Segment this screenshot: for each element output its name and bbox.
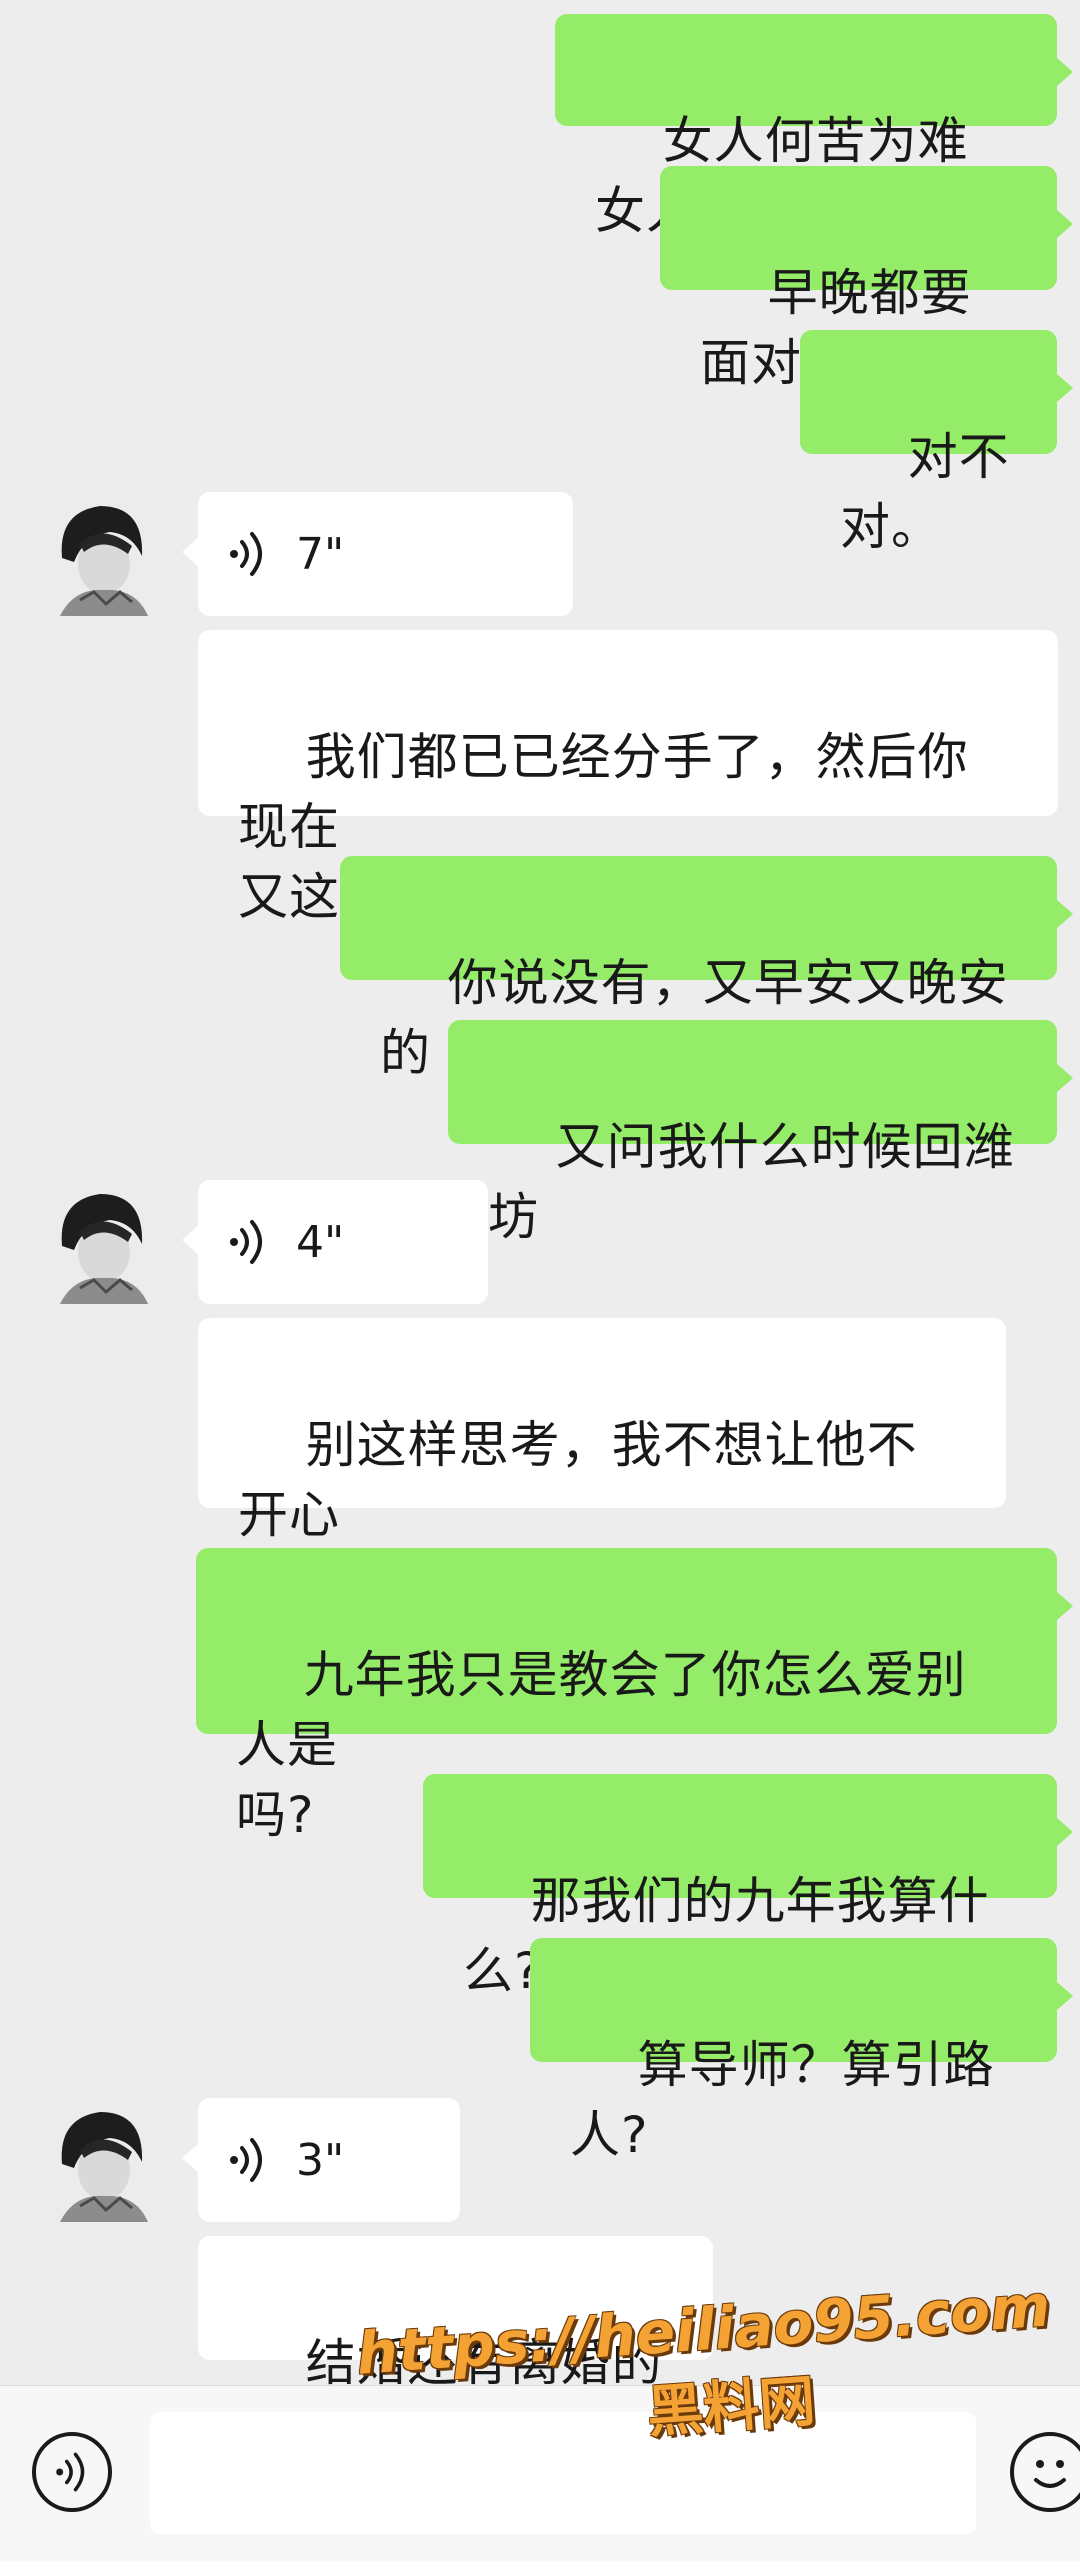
outgoing-message[interactable]: 对不对。	[800, 330, 1073, 556]
message-text: 算导师？算引路人?	[570, 2036, 995, 2164]
voice-duration: 4"	[296, 1216, 345, 1268]
message-text-input[interactable]	[150, 2412, 976, 2534]
outgoing-message[interactable]: 你说没有，又早安又晚安的	[340, 856, 1073, 1082]
voice-wave-icon	[230, 532, 262, 576]
message-text: 又问我什么时候回潍坊	[488, 1118, 1015, 1246]
voice-duration: 3"	[296, 2134, 345, 2186]
message-input-bar	[0, 2385, 1080, 2561]
incoming-voice-message[interactable]: 4"	[182, 1180, 488, 1304]
incoming-voice-message[interactable]: 7"	[182, 492, 573, 616]
contact-avatar[interactable]	[40, 2098, 164, 2222]
voice-wave-icon	[230, 1220, 262, 1264]
incoming-message[interactable]: 别这样思考，我不想让他不开心。	[198, 1318, 1006, 1614]
message-text: 对不对。	[840, 428, 1010, 556]
emoji-icon[interactable]	[1010, 2432, 1080, 2512]
incoming-voice-message[interactable]: 3"	[182, 2098, 460, 2222]
outgoing-message[interactable]: 那我们的九年我算什么?	[423, 1774, 1073, 2000]
incoming-message[interactable]: 我们都已已经分手了，然后你现在 又这样，是在干嘛呢?	[198, 630, 1058, 926]
incoming-message[interactable]: 结婚还有离婚的呢?	[198, 2236, 713, 2462]
outgoing-message[interactable]: 又问我什么时候回潍坊	[448, 1020, 1073, 1246]
contact-avatar[interactable]	[40, 492, 164, 616]
outgoing-message[interactable]: 算导师？算引路人?	[530, 1938, 1073, 2164]
chat-message-list[interactable]: 女人何苦为难女人 早晚都要面对 对不对。 7" 我们都已已经分手了，然后你现在 …	[0, 0, 1080, 2462]
contact-avatar[interactable]	[40, 1180, 164, 1304]
message-text: 别这样思考，我不想让他不开心	[238, 1416, 918, 1544]
outgoing-message[interactable]: 女人何苦为难女人	[555, 14, 1073, 240]
voice-toggle-icon[interactable]	[32, 2432, 112, 2512]
voice-duration: 7"	[296, 528, 345, 580]
outgoing-message[interactable]: 九年我只是教会了你怎么爱别人是 吗?	[196, 1548, 1073, 1844]
voice-wave-icon	[230, 2138, 262, 2182]
outgoing-message[interactable]: 早晚都要面对	[660, 166, 1073, 392]
